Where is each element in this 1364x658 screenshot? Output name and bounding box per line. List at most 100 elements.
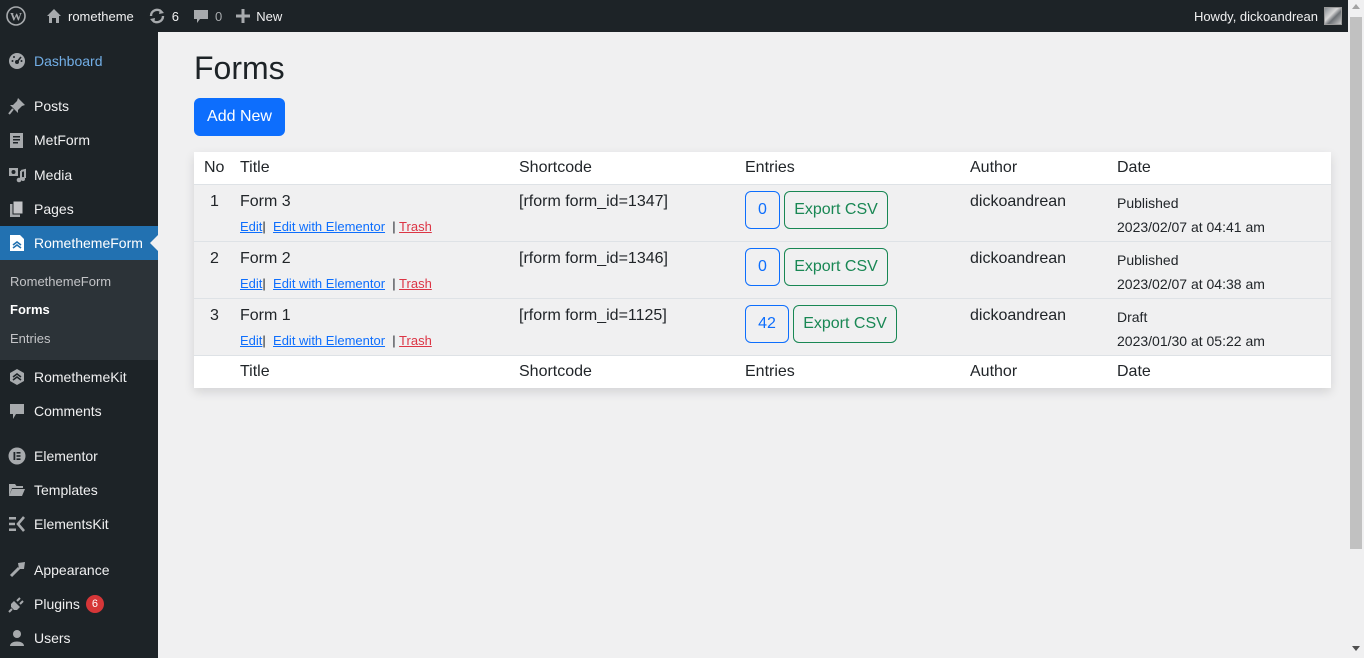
comments-count: 0 <box>214 8 223 24</box>
sidebar-label: MetForm <box>34 132 90 148</box>
user-icon <box>0 629 34 647</box>
scroll-up-arrow-icon[interactable] <box>1352 4 1360 9</box>
header-shortcode: Shortcode <box>519 159 592 176</box>
shortcode: [rform form_id=1346] <box>519 250 668 267</box>
header-date: Date <box>1117 159 1151 176</box>
submenu-item-entries[interactable]: Entries <box>10 331 50 346</box>
entries-count-button[interactable]: 0 <box>745 191 780 229</box>
sidebar-item-media[interactable]: Media <box>0 158 158 192</box>
post-status: Draft <box>1117 309 1148 325</box>
plus-icon <box>236 9 251 23</box>
row-number: 1 <box>210 193 219 210</box>
sidebar-item-metform[interactable]: MetForm <box>0 123 158 157</box>
trash-link[interactable]: Trash <box>399 333 432 348</box>
shortcode: [rform form_id=1125] <box>519 307 667 324</box>
edit-link[interactable]: Edit <box>240 219 262 234</box>
form-title: Form 3 <box>240 193 291 210</box>
sidebar-item-romethemekit[interactable]: RomethemeKit <box>0 360 158 394</box>
scroll-down-arrow-icon[interactable] <box>1352 646 1360 651</box>
vertical-scrollbar[interactable] <box>1348 0 1364 658</box>
entries-count-button[interactable]: 0 <box>745 248 780 286</box>
separator: | <box>262 333 266 348</box>
account-menu[interactable]: Howdy, dickoandrean <box>1194 0 1342 32</box>
sidebar-item-elementor[interactable]: Elementor <box>0 439 158 473</box>
author: dickoandrean <box>970 193 1067 210</box>
header-no: No <box>204 159 225 176</box>
new-content-link[interactable]: New <box>229 0 289 32</box>
export-csv-button[interactable]: Export CSV <box>784 191 888 229</box>
pages-icon <box>0 200 34 218</box>
edit-link[interactable]: Edit <box>240 333 262 348</box>
separator: | <box>392 219 396 234</box>
plugins-update-badge: 6 <box>85 595 104 613</box>
svg-text:W: W <box>10 10 22 24</box>
post-date: 2023/02/07 at 04:38 am <box>1117 276 1265 292</box>
sidebar-item-appearance[interactable]: Appearance <box>0 553 158 587</box>
submenu-item-forms[interactable]: Forms <box>10 302 50 317</box>
sidebar-label: Comments <box>34 403 102 419</box>
separator: | <box>392 333 396 348</box>
trash-link[interactable]: Trash <box>399 276 432 291</box>
edit-with-elementor-link[interactable]: Edit with Elementor <box>273 219 385 234</box>
post-date: 2023/02/07 at 04:41 am <box>1117 219 1265 235</box>
author: dickoandrean <box>970 307 1067 324</box>
author: dickoandrean <box>970 250 1067 267</box>
sidebar-label: Pages <box>34 201 74 217</box>
post-status: Published <box>1117 195 1179 211</box>
main-content: Forms Add New No Title Shortcode Entries… <box>158 32 1348 658</box>
export-csv-button[interactable]: Export CSV <box>793 305 897 343</box>
entries-count-button[interactable]: 42 <box>745 305 789 343</box>
sidebar-item-templates[interactable]: Templates <box>0 473 158 507</box>
post-status: Published <box>1117 252 1179 268</box>
sidebar-label: Media <box>34 167 73 183</box>
admin-bar: W rometheme 6 0 New Howdy, dickoandrean <box>0 0 1348 32</box>
sidebar-item-dashboard[interactable]: Dashboard <box>0 44 158 78</box>
sidebar-label: RomethemeForm <box>34 235 143 251</box>
sidebar-item-elementskit[interactable]: ElementsKit <box>0 507 158 541</box>
folder-icon <box>0 481 34 499</box>
updates-link[interactable]: 6 <box>141 0 186 32</box>
separator: | <box>262 219 266 234</box>
sidebar-item-comments[interactable]: Comments <box>0 394 158 428</box>
edit-with-elementor-link[interactable]: Edit with Elementor <box>273 276 385 291</box>
sidebar-item-plugins[interactable]: Plugins 6 <box>0 587 158 621</box>
comments-link[interactable]: 0 <box>186 0 229 32</box>
edit-link[interactable]: Edit <box>240 276 262 291</box>
avatar <box>1324 7 1342 25</box>
edit-with-elementor-link[interactable]: Edit with Elementor <box>273 333 385 348</box>
row-actions: Edit| Edit with Elementor | Trash <box>240 333 432 348</box>
page-title: Forms <box>194 50 285 86</box>
table-footer-row: Title Shortcode Entries Author Date <box>194 356 1331 388</box>
form-icon <box>0 131 34 149</box>
sidebar-label: Elementor <box>34 448 98 464</box>
new-label: New <box>256 8 283 24</box>
trash-link[interactable]: Trash <box>399 219 432 234</box>
home-icon <box>46 8 62 24</box>
submenu-item-romethemeform[interactable]: RomethemeForm <box>10 274 111 289</box>
elementskit-icon <box>0 515 34 533</box>
pin-icon <box>0 97 34 115</box>
form-title: Form 1 <box>240 307 291 324</box>
add-new-button[interactable]: Add New <box>194 98 285 136</box>
admin-sidebar: Dashboard Posts MetForm Media Pages Rome… <box>0 32 158 658</box>
footer-author: Author <box>970 363 1018 380</box>
sidebar-item-romethemeform[interactable]: RomethemeForm <box>0 226 158 260</box>
export-csv-button[interactable]: Export CSV <box>784 248 888 286</box>
site-name-link[interactable]: rometheme <box>39 0 141 32</box>
scrollbar-thumb[interactable] <box>1350 17 1362 549</box>
sidebar-label: Dashboard <box>34 53 103 69</box>
sidebar-item-posts[interactable]: Posts <box>0 89 158 123</box>
shortcode: [rform form_id=1347] <box>519 193 668 210</box>
form-title: Form 2 <box>240 250 291 267</box>
sidebar-label: Templates <box>34 482 98 498</box>
site-name: rometheme <box>68 8 134 24</box>
wordpress-logo-button[interactable]: W <box>0 0 39 32</box>
comment-icon <box>0 402 34 420</box>
table-header-row: No Title Shortcode Entries Author Date <box>194 152 1331 185</box>
footer-title: Title <box>240 363 270 380</box>
sidebar-item-pages[interactable]: Pages <box>0 192 158 226</box>
sidebar-label: RomethemeKit <box>34 369 127 385</box>
sidebar-item-users[interactable]: Users <box>0 621 158 655</box>
table-row: 2 Form 2 Edit| Edit with Elementor | Tra… <box>194 242 1331 299</box>
media-icon <box>0 166 34 184</box>
